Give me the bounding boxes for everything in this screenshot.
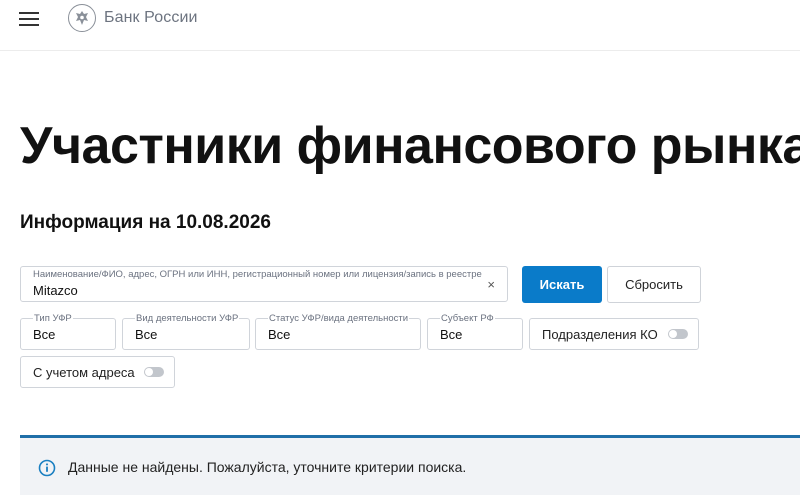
filter-label: Статус УФР/вида деятельности [268,313,410,324]
filter-value: Все [33,327,56,342]
reset-button[interactable]: Сбросить [607,266,701,303]
toggle-label: Подразделения КО [542,327,658,342]
filter-value: Все [440,327,463,342]
bank-emblem-icon [68,4,96,32]
search-field-label: Наименование/ФИО, адрес, ОГРН или ИНН, р… [33,269,482,280]
filter-value: Все [135,327,158,342]
filter-activity-type[interactable]: Вид деятельности УФР Все [122,313,250,350]
filter-label: Субъект РФ [440,313,495,324]
filter-region[interactable]: Субъект РФ Все [427,313,523,350]
logo-text: Банк России [104,9,198,26]
toggle-with-address[interactable]: С учетом адреса [20,356,175,388]
filter-ufr-type[interactable]: Тип УФР Все [20,313,116,350]
logo-link[interactable]: Банк России [68,4,198,32]
alert-message: Данные не найдены. Пожалуйста, уточните … [68,459,467,475]
toggle-label: С учетом адреса [33,365,135,380]
page-title: Участники финансового рынка [20,117,800,175]
filter-value: Все [268,327,291,342]
info-date-heading: Информация на 10.08.2026 [20,212,271,233]
toggle-switch[interactable] [144,367,164,377]
info-circle-icon [38,459,56,477]
site-header: Банк России [0,0,800,51]
no-results-alert: Данные не найдены. Пожалуйста, уточните … [20,435,800,495]
filter-label: Вид деятельности УФР [135,313,240,324]
search-field[interactable]: Наименование/ФИО, адрес, ОГРН или ИНН, р… [20,266,508,302]
filter-label: Тип УФР [33,313,73,324]
toggle-branches[interactable]: Подразделения КО [529,318,699,350]
toggle-switch[interactable] [668,329,688,339]
close-icon[interactable]: × [487,278,495,292]
search-button[interactable]: Искать [522,266,602,303]
hamburger-menu-icon[interactable] [19,12,39,26]
search-input[interactable] [33,280,473,300]
filter-status[interactable]: Статус УФР/вида деятельности Все [255,313,421,350]
